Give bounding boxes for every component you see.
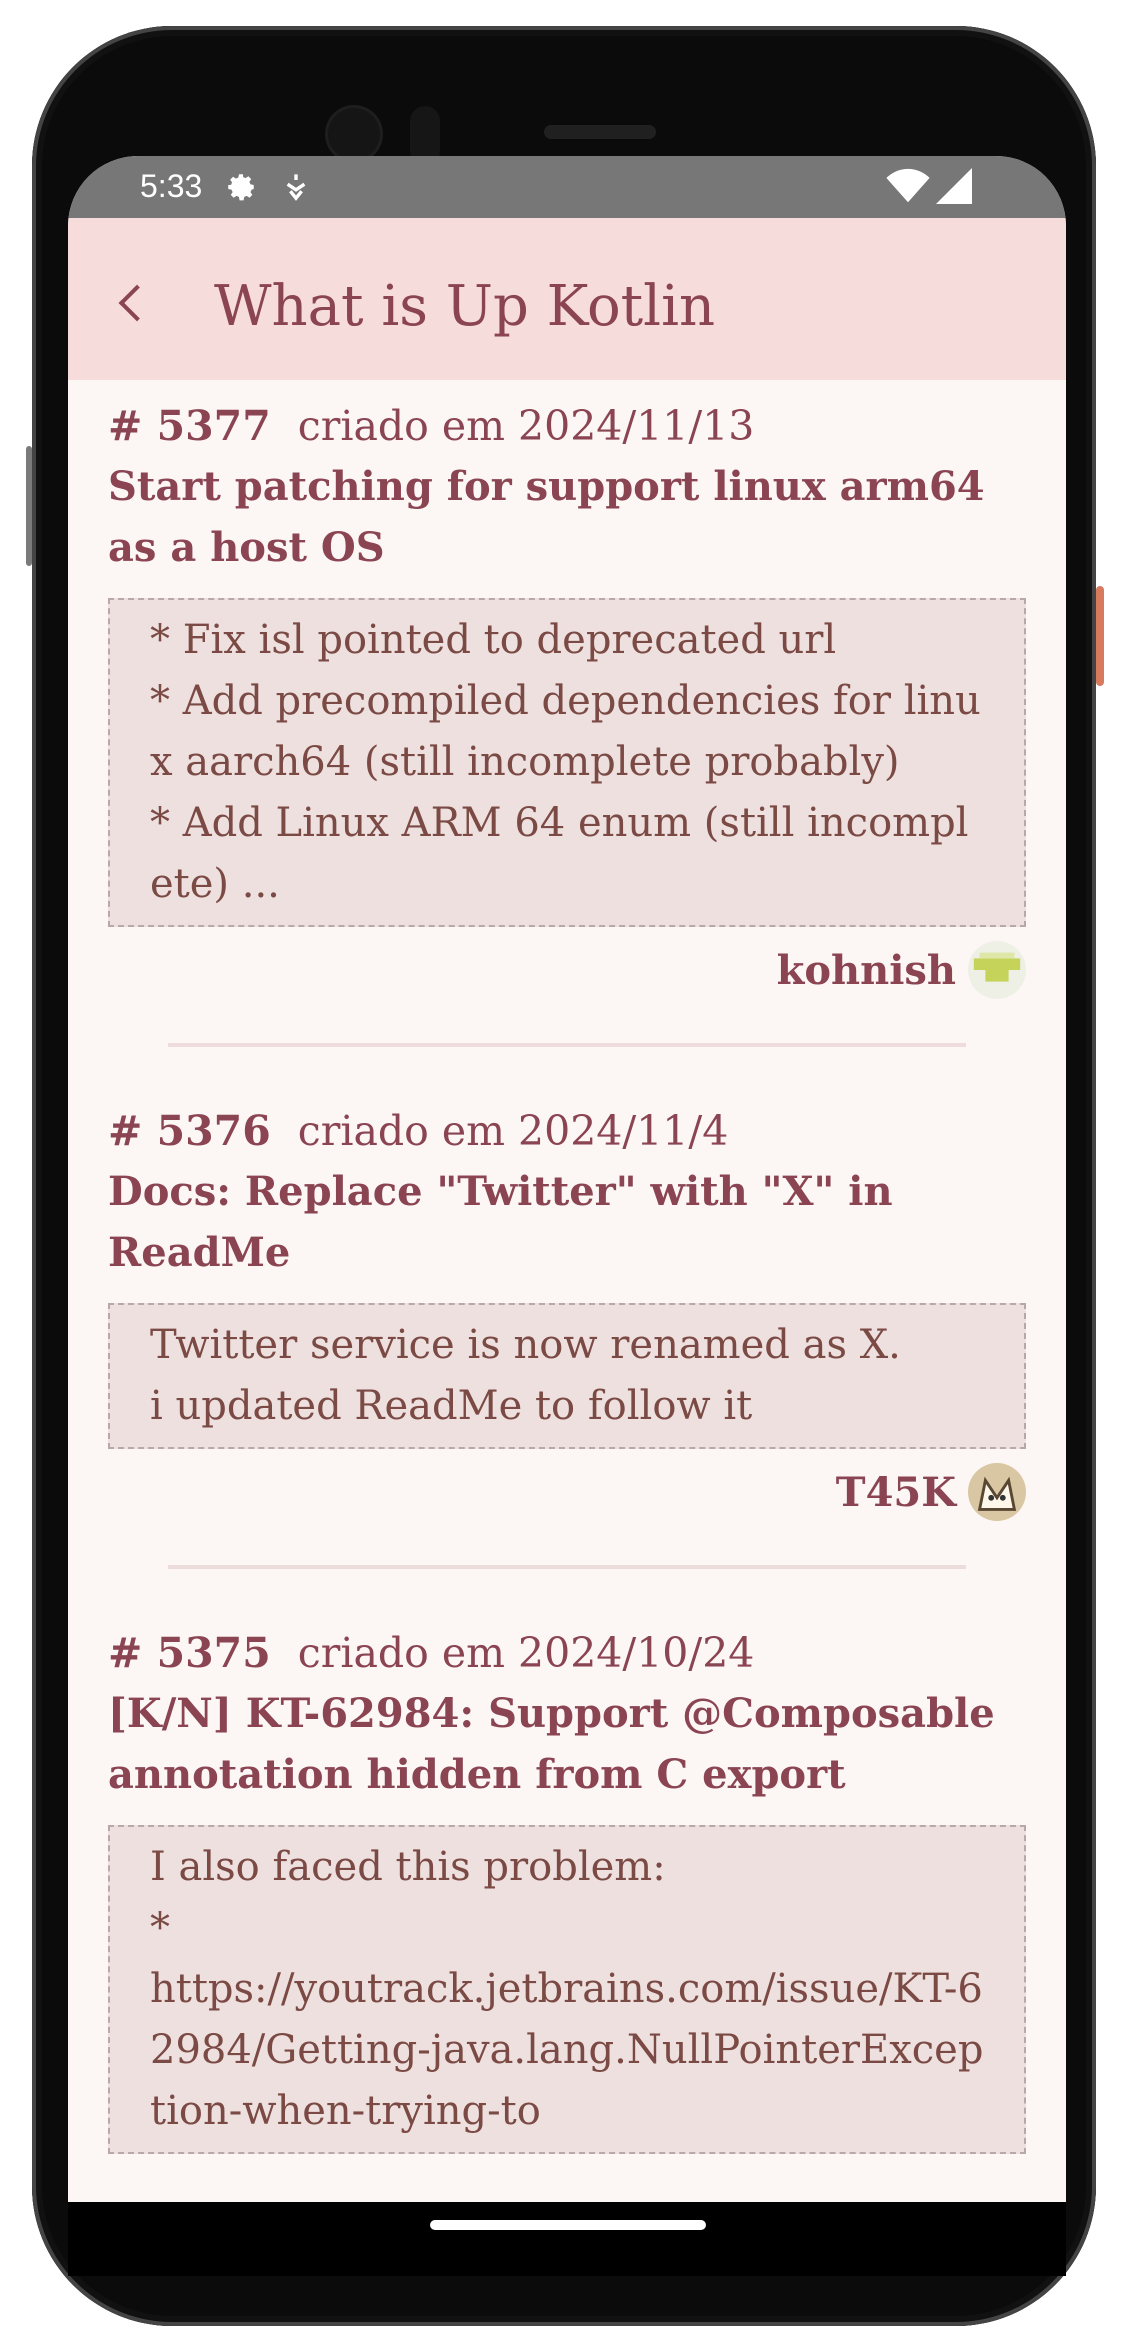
pr-number: # 5377	[108, 402, 271, 450]
pr-meta: # 5375 criado em 2024/10/24	[108, 1629, 1026, 1677]
pull-request-list[interactable]: # 5377 criado em 2024/11/13 Start patchi…	[68, 380, 1066, 2154]
pr-author: kohnish	[108, 941, 1026, 999]
author-name: T45K	[835, 1468, 956, 1516]
system-navigation-bar	[68, 2202, 1066, 2276]
status-bar: 5:33	[68, 156, 1066, 218]
pr-author: T45K	[108, 1463, 1026, 1521]
page-title: What is Up Kotlin	[214, 274, 716, 339]
pull-request-card[interactable]: # 5375 criado em 2024/10/24 [K/N] KT-629…	[68, 1569, 1066, 2154]
app-screen: 5:33 What is Up Kotlin # 5377 criado em …	[68, 156, 1066, 2202]
pull-request-card[interactable]: # 5376 criado em 2024/11/4 Docs: Replace…	[68, 1047, 1066, 1569]
author-avatar	[968, 1463, 1026, 1521]
pr-body: * Fix isl pointed to deprecated url * Ad…	[108, 598, 1026, 927]
volume-button	[26, 446, 32, 566]
cellular-signal-icon	[936, 168, 972, 204]
pr-number: # 5376	[108, 1107, 271, 1155]
pr-number: # 5375	[108, 1629, 271, 1677]
home-gesture-handle[interactable]	[430, 2220, 706, 2230]
wifi-icon	[886, 168, 930, 203]
pr-created-date: criado em 2024/11/4	[297, 1107, 729, 1155]
back-arrow-icon[interactable]	[118, 284, 156, 322]
pr-meta: # 5377 criado em 2024/11/13	[108, 402, 1026, 450]
author-avatar	[968, 941, 1026, 999]
pr-title: [K/N] KT-62984: Support @Composable anno…	[108, 1690, 995, 1798]
debug-icon	[286, 174, 306, 201]
pr-title: Docs: Replace "Twitter" with "X" in Read…	[108, 1168, 893, 1276]
pr-created-date: criado em 2024/10/24	[297, 1629, 755, 1677]
pr-meta: # 5376 criado em 2024/11/4	[108, 1107, 1026, 1155]
top-app-bar: What is Up Kotlin	[68, 218, 1066, 380]
pull-request-card[interactable]: # 5377 criado em 2024/11/13 Start patchi…	[68, 380, 1066, 1047]
pr-body: Twitter service is now renamed as X. i u…	[108, 1303, 1026, 1449]
settings-gear-icon	[228, 174, 254, 201]
front-camera	[328, 108, 380, 160]
pr-created-date: criado em 2024/11/13	[297, 402, 755, 450]
power-button	[1096, 586, 1104, 686]
earpiece-speaker	[544, 125, 656, 139]
pr-title: Start patching for support linux arm64 a…	[108, 463, 985, 571]
author-name: kohnish	[776, 946, 956, 994]
pr-body: I also faced this problem: * https://you…	[108, 1825, 1026, 2154]
status-time: 5:33	[140, 168, 203, 204]
